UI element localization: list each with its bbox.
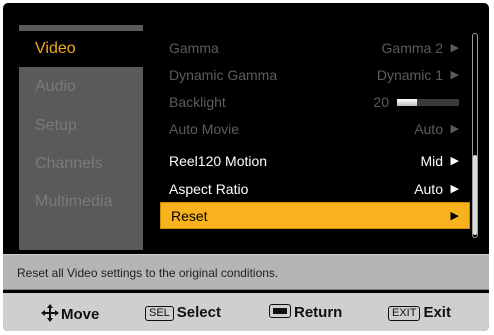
reel120-label: Reel120 Motion [169, 153, 268, 169]
sidebar-item-setup[interactable]: Setup [19, 108, 143, 144]
chevron-right-icon: ▶ [450, 183, 459, 195]
chevron-right-icon: ▶ [450, 69, 459, 81]
button-guide-bar: Move SEL Select Return EXIT Exit [3, 293, 489, 331]
menu-row-reel120-motion[interactable]: Reel120 Motion Mid ▶ [159, 148, 469, 175]
return-icon [269, 304, 291, 318]
dpad-icon [41, 304, 59, 322]
aspect-ratio-label: Aspect Ratio [169, 181, 249, 197]
category-sidebar: Video Audio Setup Channels Multimedia [19, 25, 143, 250]
exit-key-icon: EXIT [388, 306, 421, 321]
sidebar-item-channels[interactable]: Channels [19, 146, 143, 182]
help-description: Reset all Video settings to the original… [3, 254, 489, 290]
reel120-value: Mid [420, 153, 443, 169]
gamma-label: Gamma [169, 40, 219, 56]
video-settings-panel: Gamma Gamma 2 ▶ Dynamic Gamma Dynamic 1 … [143, 25, 476, 250]
move-hint: Move [41, 304, 100, 323]
exit-hint: EXIT Exit [388, 304, 451, 322]
backlight-label: Backlight [169, 94, 226, 110]
auto-movie-label: Auto Movie [169, 121, 240, 137]
menu-row-auto-movie[interactable]: Auto Movie Auto ▶ [159, 116, 469, 143]
sidebar-item-video[interactable]: Video [19, 31, 143, 67]
scrollbar-thumb[interactable] [473, 155, 477, 235]
sel-key-icon: SEL [145, 306, 174, 321]
exit-label: Exit [423, 304, 451, 321]
menu-row-aspect-ratio[interactable]: Aspect Ratio Auto ▶ [159, 176, 469, 203]
select-hint: SEL Select [145, 304, 221, 322]
backlight-slider[interactable] [397, 99, 459, 106]
aspect-ratio-value: Auto [414, 181, 443, 197]
chevron-right-icon: ▶ [450, 123, 459, 135]
menu-row-dynamic-gamma[interactable]: Dynamic Gamma Dynamic 1 ▶ [159, 62, 469, 89]
move-label: Move [61, 306, 100, 323]
reset-label: Reset [171, 208, 208, 224]
return-label: Return [294, 304, 343, 321]
chevron-right-icon: ▶ [450, 210, 459, 222]
backlight-slider-fill [397, 99, 418, 106]
dynamic-gamma-label: Dynamic Gamma [169, 67, 278, 83]
dynamic-gamma-value: Dynamic 1 [376, 67, 443, 83]
chevron-right-icon: ▶ [450, 155, 459, 167]
menu-row-reset[interactable]: Reset ▶ [160, 202, 470, 229]
chevron-right-icon: ▶ [450, 42, 459, 54]
select-label: Select [176, 304, 221, 321]
sidebar-item-audio[interactable]: Audio [19, 69, 143, 105]
menu-row-backlight[interactable]: Backlight 20 [159, 89, 469, 116]
sidebar-item-multimedia[interactable]: Multimedia [19, 184, 143, 220]
return-hint: Return [269, 304, 342, 322]
gamma-value: Gamma 2 [381, 40, 443, 56]
menu-row-gamma[interactable]: Gamma Gamma 2 ▶ [159, 35, 469, 62]
auto-movie-value: Auto [414, 121, 443, 137]
backlight-value: 20 [373, 94, 389, 110]
settings-menu: Video Audio Setup Channels Multimedia Ga… [3, 3, 489, 331]
